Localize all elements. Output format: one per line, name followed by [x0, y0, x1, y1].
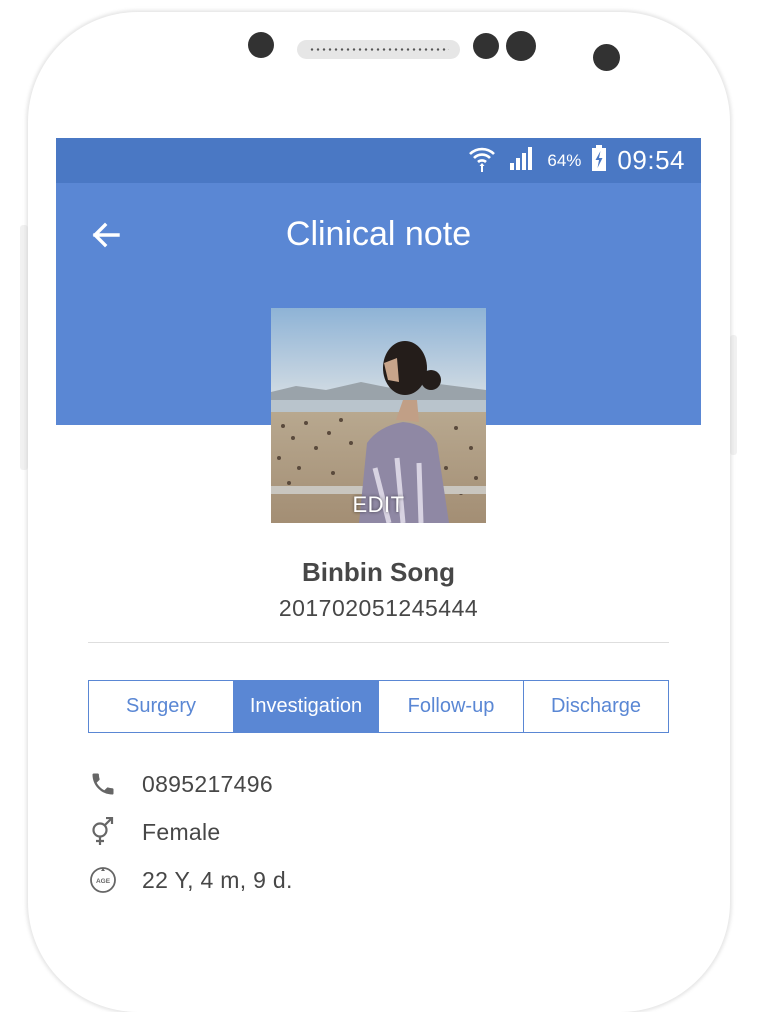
gender-icon [88, 817, 118, 847]
gender-row: Female [88, 812, 221, 852]
divider [88, 642, 669, 643]
tab-follow-up[interactable]: Follow-up [379, 681, 524, 732]
gender-value: Female [142, 818, 221, 845]
earpiece-speaker [297, 40, 460, 59]
phone-icon [88, 769, 118, 799]
edit-photo-button[interactable]: EDIT [271, 492, 486, 518]
front-camera [248, 32, 274, 58]
tab-surgery[interactable]: Surgery [89, 681, 234, 732]
battery-percent: 64% [547, 150, 582, 170]
signal-icon [507, 143, 537, 178]
phone-row: 0895217496 [88, 764, 273, 804]
battery-charging-icon [591, 144, 607, 177]
proximity-sensor [473, 33, 499, 59]
phone-number[interactable]: 0895217496 [142, 771, 273, 798]
patient-id: 201702051245444 [278, 595, 479, 621]
patient-name: Binbin Song [301, 557, 456, 587]
page-title: Clinical note [285, 215, 472, 253]
age-row: AGE 22 Y, 4 m, 9 d. [88, 860, 293, 900]
sensor-dot [593, 44, 620, 71]
age-value: 22 Y, 4 m, 9 d. [142, 866, 293, 893]
phone-side-button-right [730, 335, 737, 455]
age-icon: AGE [88, 865, 118, 895]
tab-investigation[interactable]: Investigation [234, 681, 379, 732]
age-icon-text: AGE [96, 878, 111, 885]
phone-screen: 64% 09:54 Clinical note EDIT Binbin Song… [56, 138, 701, 928]
beach-photo-image [271, 308, 486, 523]
wifi-icon [467, 143, 497, 178]
light-sensor [506, 31, 536, 61]
phone-side-button-left [20, 225, 28, 470]
status-bar: 64% 09:54 [56, 138, 701, 183]
status-clock: 09:54 [617, 145, 685, 175]
tab-bar: Surgery Investigation Follow-up Discharg… [88, 680, 669, 733]
tab-discharge[interactable]: Discharge [524, 681, 668, 732]
profile-photo[interactable]: EDIT [271, 308, 486, 523]
